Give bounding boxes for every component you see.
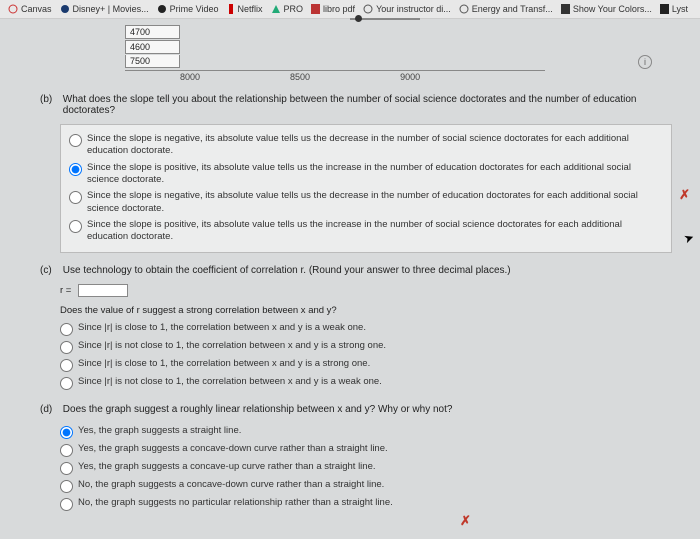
option-b4[interactable]: Since the slope is positive, its absolut…: [69, 217, 663, 246]
option-d2[interactable]: Yes, the graph suggests a concave-down c…: [60, 441, 672, 459]
part-c: (c) Use technology to obtain the coeffic…: [40, 265, 672, 276]
radio-input[interactable]: [69, 191, 82, 204]
bookmark-label: PRO: [284, 4, 304, 14]
option-b3[interactable]: Since the slope is negative, its absolut…: [69, 188, 663, 217]
option-text: Since |r| is not close to 1, the correla…: [78, 376, 382, 388]
option-c4[interactable]: Since |r| is not close to 1, the correla…: [60, 374, 672, 392]
radio-input[interactable]: [60, 359, 73, 372]
option-text: Yes, the graph suggests a straight line.: [78, 425, 241, 437]
bookmark-label: Your instructor di...: [376, 4, 451, 14]
bookmark-bar: Canvas Disney+ | Movies... Prime Video N…: [0, 0, 700, 19]
bookmark-label: libro pdf: [323, 4, 355, 14]
option-text: Since the slope is positive, its absolut…: [87, 219, 663, 244]
question-text: What does the slope tell you about the r…: [63, 94, 671, 116]
plot-y-value: 4600: [125, 40, 180, 54]
options-c: Since |r| is close to 1, the correlation…: [60, 320, 672, 392]
option-d3[interactable]: Yes, the graph suggests a concave-up cur…: [60, 459, 672, 477]
bookmark-disney[interactable]: Disney+ | Movies...: [60, 4, 149, 14]
bookmark-label: Lyst: [672, 4, 688, 14]
disney-icon: [60, 4, 70, 14]
option-text: No, the graph suggests no particular rel…: [78, 497, 393, 509]
option-c1[interactable]: Since |r| is close to 1, the correlation…: [60, 320, 672, 338]
bookmark-label: Canvas: [21, 4, 52, 14]
radio-input[interactable]: [60, 323, 73, 336]
option-text: Since the slope is negative, its absolut…: [87, 190, 663, 215]
options-d: Yes, the graph suggests a straight line.…: [60, 423, 672, 529]
prime-icon: [157, 4, 167, 14]
option-b2[interactable]: Since the slope is positive, its absolut…: [69, 160, 663, 189]
globe-icon: [363, 4, 373, 14]
option-text: No, the graph suggests a concave-down cu…: [78, 479, 384, 491]
option-text: Since |r| is close to 1, the correlation…: [78, 358, 370, 370]
options-b: Since the slope is negative, its absolut…: [60, 124, 672, 253]
r-input-row: r =: [60, 284, 672, 297]
option-c3[interactable]: Since |r| is close to 1, the correlation…: [60, 356, 672, 374]
radio-input[interactable]: [69, 163, 82, 176]
bookmark-label: Netflix: [238, 4, 263, 14]
plot-xaxis: 8000 8500 9000: [125, 70, 545, 82]
radio-input[interactable]: [60, 377, 73, 390]
bookmark-libro[interactable]: libro pdf: [311, 4, 355, 14]
bookmark-prime[interactable]: Prime Video: [157, 4, 219, 14]
part-d: (d) Does the graph suggest a roughly lin…: [40, 404, 672, 415]
option-d4[interactable]: No, the graph suggests a concave-down cu…: [60, 477, 672, 495]
bookmark-label: Show Your Colors...: [573, 4, 652, 14]
radio-input[interactable]: [60, 498, 73, 511]
bookmark-lyst[interactable]: Lyst: [660, 4, 688, 14]
bookmark-energy[interactable]: Energy and Transf...: [459, 4, 553, 14]
pdf-icon: [311, 4, 320, 14]
part-label: (d): [40, 404, 60, 415]
page-icon: [561, 4, 570, 14]
x-tick: 8000: [180, 72, 200, 82]
part-label: (b): [40, 94, 60, 105]
bookmark-colors[interactable]: Show Your Colors...: [561, 4, 652, 14]
option-d1[interactable]: Yes, the graph suggests a straight line.: [60, 423, 672, 441]
info-icon[interactable]: i: [638, 55, 652, 69]
canvas-icon: [8, 4, 18, 14]
question-text: Use technology to obtain the coefficient…: [63, 265, 671, 276]
lyst-icon: [660, 4, 669, 14]
option-b1[interactable]: Since the slope is negative, its absolut…: [69, 131, 663, 160]
option-text: Yes, the graph suggests a concave-up cur…: [78, 461, 376, 473]
option-text: Since the slope is positive, its absolut…: [87, 162, 663, 187]
cursor-icon: ➤: [682, 230, 696, 247]
radio-input[interactable]: [60, 444, 73, 457]
bookmark-label: Prime Video: [170, 4, 219, 14]
option-text: Since |r| is close to 1, the correlation…: [78, 322, 366, 334]
radio-input[interactable]: [69, 134, 82, 147]
netflix-icon: [227, 4, 235, 14]
bookmark-instructor[interactable]: Your instructor di...: [363, 4, 451, 14]
bookmark-label: Energy and Transf...: [472, 4, 553, 14]
plot-y-value: 4700: [125, 25, 180, 39]
option-d5[interactable]: No, the graph suggests no particular rel…: [60, 495, 672, 513]
incorrect-icon: ✗: [460, 513, 672, 529]
bookmark-label: Disney+ | Movies...: [73, 4, 149, 14]
radio-input[interactable]: [60, 480, 73, 493]
part-label: (c): [40, 265, 60, 276]
globe-icon: [459, 4, 469, 14]
bookmark-netflix[interactable]: Netflix: [227, 4, 263, 14]
content-area: 4700 4600 7500 8000 8500 9000 i (b) What…: [0, 19, 700, 539]
option-c2[interactable]: Since |r| is not close to 1, the correla…: [60, 338, 672, 356]
radio-input[interactable]: [69, 220, 82, 233]
option-text: Since the slope is negative, its absolut…: [87, 133, 663, 158]
r-prefix: r =: [60, 285, 71, 296]
plot-yaxis: 4700 4600 7500: [125, 25, 672, 68]
radio-input[interactable]: [60, 462, 73, 475]
bookmark-canvas[interactable]: Canvas: [8, 4, 52, 14]
pro-icon: [271, 4, 281, 14]
bookmark-pro[interactable]: PRO: [271, 4, 304, 14]
option-text: Since |r| is not close to 1, the correla…: [78, 340, 386, 352]
radio-input[interactable]: [60, 426, 73, 439]
part-b: (b) What does the slope tell you about t…: [40, 94, 672, 116]
question-text: Does the graph suggest a roughly linear …: [63, 404, 671, 415]
option-text: Yes, the graph suggests a concave-down c…: [78, 443, 388, 455]
r-input[interactable]: [78, 284, 128, 297]
x-tick: 8500: [290, 72, 310, 82]
sub-question-c: Does the value of r suggest a strong cor…: [60, 305, 672, 316]
radio-input[interactable]: [60, 341, 73, 354]
incorrect-icon: ✗: [679, 187, 690, 203]
x-tick: 9000: [400, 72, 420, 82]
plot-y-value: 7500: [125, 55, 180, 68]
